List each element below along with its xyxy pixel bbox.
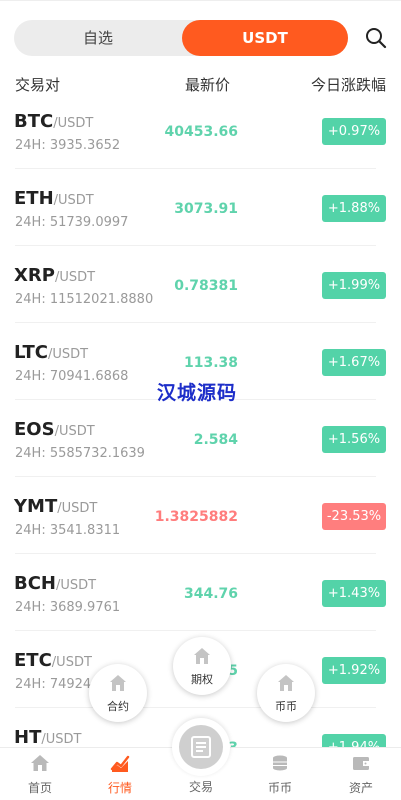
tab-favorites[interactable]: 自选 — [14, 20, 182, 56]
watermark: 汉城源码 — [157, 382, 238, 404]
nav-trade-label: 交易 — [188, 780, 213, 794]
last-price: 40453.66 — [164, 124, 238, 140]
nav-coin[interactable]: 币币 — [240, 748, 320, 800]
change-badge: +1.92% — [322, 657, 386, 684]
volume-24h: 24H: 3689.9761 — [15, 600, 121, 615]
pair-symbol: ETC/USDT — [14, 650, 92, 671]
float-coin-button[interactable]: 币币 — [257, 664, 315, 722]
pair-symbol: EOS/USDT — [14, 419, 95, 440]
pair-symbol: XRP/USDT — [14, 265, 96, 286]
search-icon[interactable] — [364, 26, 388, 50]
float-options-label: 期权 — [191, 673, 213, 686]
change-badge: +1.43% — [322, 580, 386, 607]
change-badge: +1.88% — [322, 195, 386, 222]
change-badge: +1.67% — [322, 349, 386, 376]
trade-button-inner — [179, 725, 223, 769]
float-contract-button[interactable]: 合约 — [89, 664, 147, 722]
nav-market-label: 行情 — [107, 781, 132, 795]
house-icon — [194, 648, 210, 664]
market-row-eth[interactable]: ETH/USDT 24H: 51739.0997 3073.91 +1.88% — [0, 169, 401, 246]
market-row-btc[interactable]: BTC/USDT 24H: 3935.3652 40453.66 +0.97% — [0, 92, 401, 169]
nav-market[interactable]: 行情 — [80, 748, 160, 800]
pair-symbol: ETH/USDT — [14, 188, 94, 209]
float-coin-label: 币币 — [275, 700, 297, 713]
market-row-ymt[interactable]: YMT/USDT 24H: 3541.8311 1.3825882 -23.53… — [0, 477, 401, 554]
nav-assets-label: 资产 — [348, 781, 373, 795]
volume-24h: 24H: 3935.3652 — [15, 138, 121, 153]
home-icon — [31, 755, 49, 771]
pair-symbol: LTC/USDT — [14, 342, 89, 363]
market-segment-toggle: 自选 USDT — [14, 20, 348, 56]
volume-24h: 24H: 11512021.8880 — [15, 292, 154, 307]
pair-symbol: BCH/USDT — [14, 573, 97, 594]
house-icon — [110, 675, 126, 691]
pair-symbol: BTC/USDT — [14, 111, 94, 132]
nav-home-label: 首页 — [27, 781, 52, 795]
nav-home[interactable]: 首页 — [0, 748, 80, 800]
last-price: 1.3825882 — [154, 509, 238, 525]
market-row-xrp[interactable]: XRP/USDT 24H: 11512021.8880 0.78381 +1.9… — [0, 246, 401, 323]
nav-assets[interactable]: 资产 — [321, 748, 401, 800]
market-row-bch[interactable]: BCH/USDT 24H: 3689.9761 344.76 +1.43% — [0, 554, 401, 631]
coins-icon — [273, 755, 287, 771]
trend-chart-icon — [110, 755, 130, 772]
pair-symbol: YMT/USDT — [14, 496, 98, 517]
float-options-button[interactable]: 期权 — [173, 637, 231, 695]
last-price: 0.78381 — [174, 278, 238, 294]
last-price: 113.38 — [183, 355, 238, 371]
top-divider — [0, 0, 401, 1]
wallet-icon — [353, 757, 369, 770]
change-badge: +1.56% — [322, 426, 386, 453]
float-contract-label: 合约 — [107, 700, 129, 713]
last-price: 3073.91 — [174, 201, 238, 217]
document-icon — [191, 736, 211, 758]
market-row-eos[interactable]: EOS/USDT 24H: 5585732.1639 2.584 +1.56% — [0, 400, 401, 477]
nav-trade[interactable] — [172, 718, 230, 776]
last-price: 344.76 — [183, 586, 238, 602]
volume-24h: 24H: 70941.6868 — [15, 369, 129, 384]
house-icon — [278, 675, 294, 691]
change-badge: -23.53% — [322, 503, 386, 530]
tab-usdt[interactable]: USDT — [182, 20, 348, 56]
volume-24h: 24H: 51739.0997 — [15, 215, 129, 230]
nav-coin-label: 币币 — [267, 781, 292, 795]
change-badge: +0.97% — [322, 118, 386, 145]
last-price: 2.584 — [193, 432, 238, 448]
change-badge: +1.99% — [322, 272, 386, 299]
volume-24h: 24H: 3541.8311 — [15, 523, 121, 538]
pair-symbol: HT/USDT — [14, 727, 82, 748]
volume-24h: 24H: 5585732.1639 — [15, 446, 145, 461]
